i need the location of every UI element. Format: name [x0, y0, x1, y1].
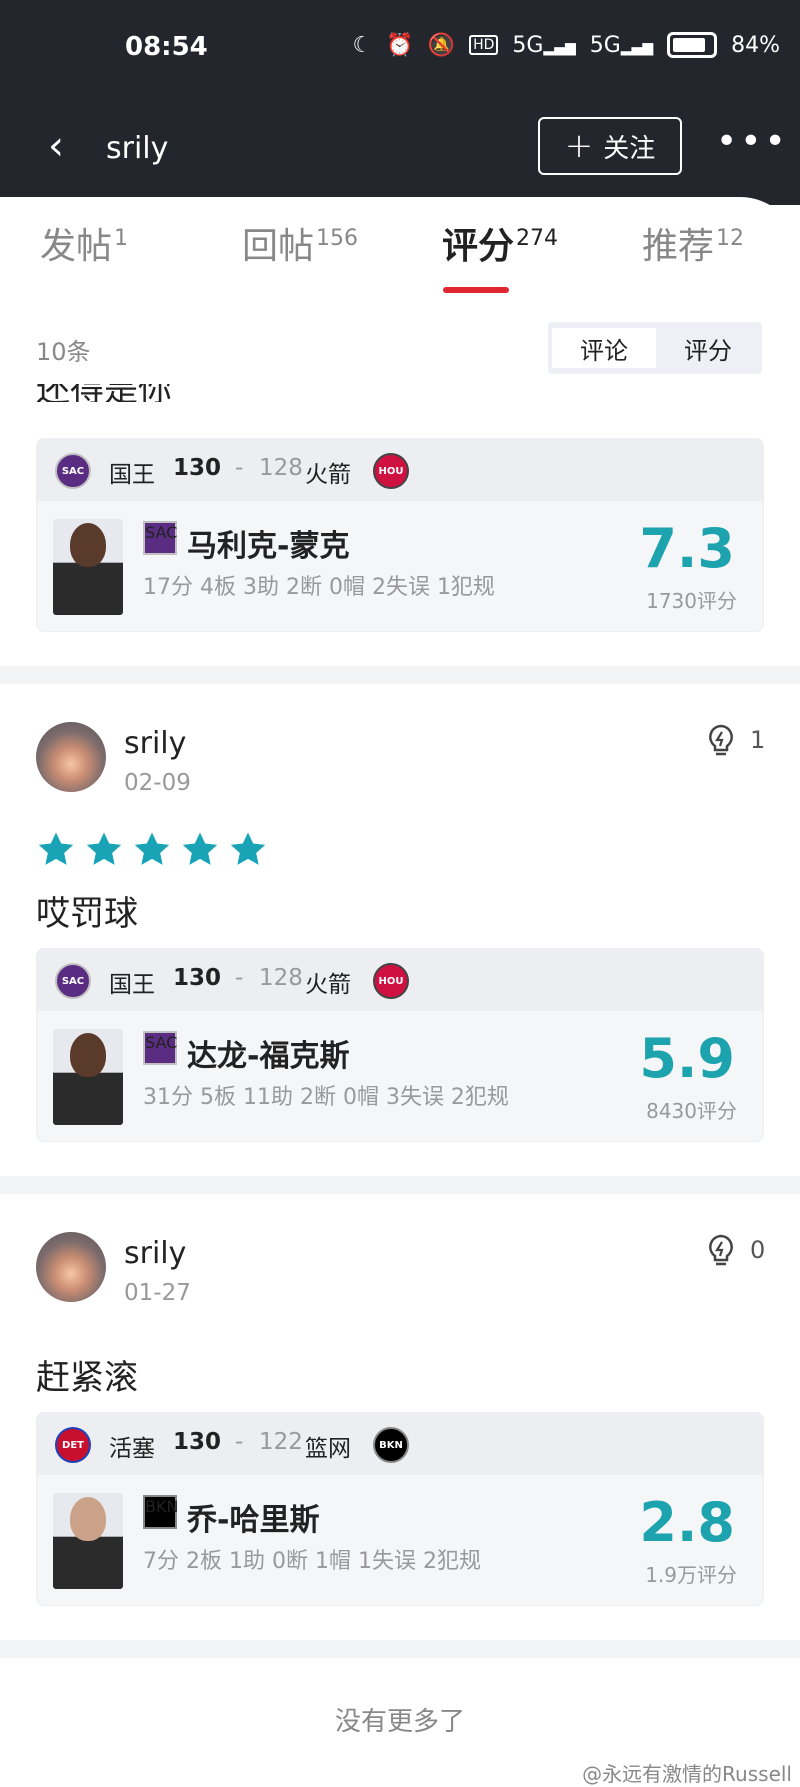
star-icon	[134, 832, 170, 865]
player-photo	[53, 519, 123, 615]
rating-votes: 1730评分	[646, 589, 737, 613]
game-score-bar[interactable]: DET 活塞 130 - 122 篮网 BKN	[37, 1413, 763, 1475]
watermark: @永远有激情的Russell	[582, 1762, 792, 1786]
team-logo-icon: SAC	[55, 453, 91, 489]
lightbulb-icon[interactable]	[706, 724, 736, 758]
section-divider	[0, 1176, 800, 1194]
tab-bar: 发帖1 回帖156 评分274 推荐12	[0, 217, 800, 287]
home-score: 130	[173, 455, 222, 481]
player-stats: 7分 2板 1助 0断 1帽 1失误 2犯规	[143, 1549, 481, 1574]
player-stats: 31分 5板 11助 2断 0帽 3失误 2犯规	[143, 1085, 509, 1110]
signal-icon: 5G▂▄▆	[512, 32, 576, 58]
clipped-post-text: 还得是你	[36, 384, 436, 402]
away-team: 火箭	[305, 462, 351, 488]
away-score: 128	[259, 965, 303, 991]
team-logo-icon: SAC	[143, 1031, 177, 1065]
away-score: 122	[259, 1429, 303, 1455]
battery-icon	[667, 32, 718, 58]
home-score: 130	[173, 1429, 222, 1455]
team-logo-icon: BKN	[143, 1495, 178, 1529]
status-bar: 08:54 ☾ ⏰ 🔕 HD 5G▂▄▆ 5G▂▄▆ 84%	[0, 28, 800, 68]
like-count: 1	[750, 726, 766, 754]
toggle-ratings[interactable]: 评分	[656, 328, 760, 368]
player-rating: 7.3	[639, 517, 735, 580]
signal-icon-2: 5G▂▄▆	[589, 32, 654, 58]
player-rating: 2.8	[639, 1491, 735, 1554]
home-team: 活塞	[109, 1436, 155, 1462]
list-count: 10条	[36, 338, 91, 366]
follow-button[interactable]: + 关注	[538, 117, 682, 175]
tab-replies[interactable]: 回帖156	[242, 217, 358, 269]
lightbulb-icon[interactable]	[706, 1234, 736, 1268]
end-of-list-text: 没有更多了	[334, 1707, 465, 1737]
post-username[interactable]: srily	[124, 1236, 186, 1271]
status-time: 08:54	[125, 32, 208, 62]
back-icon[interactable]: ‹	[48, 123, 64, 169]
player-photo	[53, 1029, 123, 1125]
page-title: srily	[106, 131, 169, 166]
header: ‹ srily + 关注 •••	[0, 115, 800, 185]
game-rating-card[interactable]: SAC 国王 130 - 128 火箭 HOU SAC 马利克-蒙克 17分 4…	[36, 438, 764, 632]
player-name: 达龙-福克斯	[187, 1039, 350, 1074]
player-name: 马利克-蒙克	[187, 529, 350, 564]
follow-label: 关注	[603, 133, 656, 164]
rating-votes: 1.9万评分	[645, 1563, 737, 1587]
post-text: 赶紧滚	[36, 1358, 138, 1398]
away-team: 火箭	[305, 972, 351, 998]
tab-indicator	[443, 287, 509, 293]
avatar[interactable]	[36, 722, 106, 792]
section-divider	[0, 666, 800, 684]
team-logo-icon: HOU	[373, 453, 409, 489]
star-icon	[182, 832, 218, 865]
view-toggle: 评论 评分	[548, 322, 762, 374]
star-rating	[36, 830, 268, 870]
team-logo-icon: SAC	[55, 963, 91, 999]
post-date: 02-09	[124, 770, 191, 796]
section-divider	[0, 1640, 800, 1658]
battery-percent: 84%	[731, 32, 780, 58]
post-item: srily 01-27 0 赶紧滚	[0, 1232, 800, 1412]
player-stats: 17分 4板 3助 2断 0帽 2失误 1犯规	[143, 575, 495, 600]
team-logo-icon: DET	[55, 1427, 91, 1463]
star-icon	[38, 832, 74, 865]
team-logo-icon: HOU	[373, 963, 409, 999]
away-team: 篮网	[305, 1436, 351, 1462]
player-photo	[53, 1493, 123, 1589]
post-date: 01-27	[124, 1280, 191, 1306]
game-rating-card[interactable]: DET 活塞 130 - 122 篮网 BKN BKN 乔-哈里斯 7分 2板 …	[36, 1412, 764, 1606]
status-icons: ☾ ⏰ 🔕 HD 5G▂▄▆ 5G▂▄▆ 84%	[353, 32, 780, 58]
tab-recommend[interactable]: 推荐12	[642, 217, 744, 269]
mute-icon: 🔕	[427, 32, 456, 58]
hd-icon: HD	[469, 35, 499, 55]
like-count: 0	[750, 1236, 766, 1264]
away-score: 128	[259, 455, 303, 481]
post-username[interactable]: srily	[124, 726, 186, 761]
team-logo-icon: BKN	[373, 1427, 409, 1463]
tab-ratings[interactable]: 评分274	[442, 217, 558, 269]
home-team: 国王	[109, 972, 155, 998]
rating-votes: 8430评分	[646, 1099, 737, 1123]
game-score-bar[interactable]: SAC 国王 130 - 128 火箭 HOU	[37, 439, 763, 501]
avatar[interactable]	[36, 1232, 106, 1302]
moon-icon: ☾	[352, 32, 373, 58]
toggle-comments[interactable]: 评论	[552, 328, 656, 368]
post-text: 哎罚球	[36, 894, 138, 934]
tab-posts[interactable]: 发帖1	[40, 217, 128, 269]
game-score-bar[interactable]: SAC 国王 130 - 128 火箭 HOU	[37, 949, 763, 1011]
home-score: 130	[173, 965, 222, 991]
star-icon	[86, 832, 122, 865]
player-name: 乔-哈里斯	[187, 1503, 320, 1538]
plus-icon: +	[564, 126, 594, 166]
game-rating-card[interactable]: SAC 国王 130 - 128 火箭 HOU SAC 达龙-福克斯 31分 5…	[36, 948, 764, 1142]
home-team: 国王	[109, 462, 155, 488]
alarm-icon: ⏰	[386, 32, 414, 58]
more-icon[interactable]: •••	[716, 121, 789, 162]
team-logo-icon: SAC	[143, 521, 177, 555]
star-icon	[230, 832, 266, 865]
player-rating: 5.9	[639, 1027, 735, 1090]
